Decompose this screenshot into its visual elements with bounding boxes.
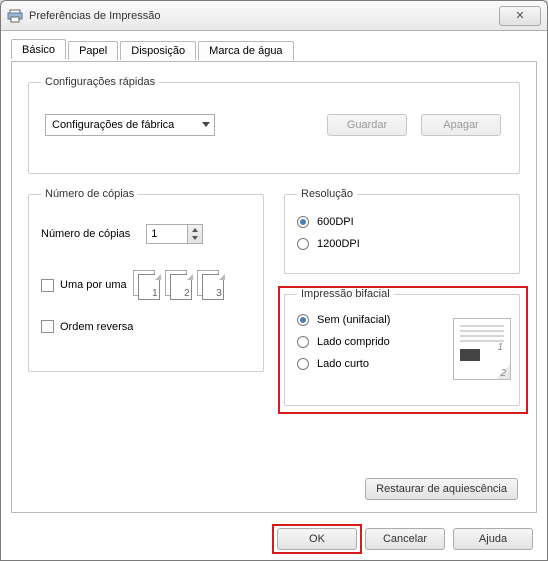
- resolution-legend: Resolução: [297, 188, 357, 200]
- radio-none-label: Sem (unifacial): [317, 314, 390, 326]
- radio-600dpi[interactable]: 600DPI: [297, 216, 507, 228]
- chevron-down-icon: [202, 122, 210, 127]
- dialog-buttons: OK Cancelar Ajuda: [1, 528, 547, 550]
- help-button[interactable]: Ajuda: [453, 528, 533, 550]
- reverse-label: Ordem reversa: [60, 321, 133, 333]
- radio-1200-label: 1200DPI: [317, 238, 360, 250]
- window: Preferências de Impressão ✕ Básico Papel…: [0, 0, 548, 561]
- quick-preset-value: Configurações de fábrica: [52, 119, 174, 131]
- page-icon: 2: [165, 270, 193, 300]
- copies-group: Número de cópias Número de cópias 1 Uma …: [28, 188, 264, 372]
- radio-1200dpi[interactable]: 1200DPI: [297, 238, 507, 250]
- window-title: Preferências de Impressão: [29, 10, 160, 22]
- radio-icon: [297, 216, 309, 228]
- close-button[interactable]: ✕: [499, 6, 541, 26]
- radio-long-label: Lado comprido: [317, 336, 390, 348]
- copies-spinner[interactable]: [188, 224, 203, 244]
- tabs: Básico Papel Disposição Marca de água: [11, 39, 537, 61]
- page-icon: 3: [197, 270, 225, 300]
- radio-icon: [297, 358, 309, 370]
- tab-watermark[interactable]: Marca de água: [198, 41, 293, 60]
- quick-settings-group: Configurações rápidas Configurações de f…: [28, 76, 520, 174]
- radio-icon: [297, 314, 309, 326]
- radio-600-label: 600DPI: [317, 216, 354, 228]
- quick-settings-legend: Configurações rápidas: [41, 76, 159, 88]
- copies-label: Número de cópias: [41, 228, 130, 240]
- quick-preset-combo[interactable]: Configurações de fábrica: [45, 114, 215, 136]
- collate-checkbox[interactable]: Uma por uma: [41, 279, 127, 292]
- duplex-preview-icon: 1 2: [453, 318, 511, 380]
- page-icon: 1: [133, 270, 161, 300]
- copies-legend: Número de cópias: [41, 188, 138, 200]
- page-icons: 1 2 3: [133, 270, 225, 300]
- radio-icon: [297, 238, 309, 250]
- checkbox-icon: [41, 279, 54, 292]
- tab-basic[interactable]: Básico: [11, 39, 66, 59]
- duplex-group: Impressão bifacial Sem (unifacial) Lado …: [284, 288, 520, 406]
- tab-panel: Configurações rápidas Configurações de f…: [11, 61, 537, 513]
- collate-label: Uma por uma: [60, 279, 127, 291]
- close-icon: ✕: [515, 10, 524, 22]
- delete-button[interactable]: Apagar: [421, 114, 501, 136]
- radio-short-label: Lado curto: [317, 358, 369, 370]
- printer-icon: [7, 9, 23, 23]
- duplex-legend: Impressão bifacial: [297, 288, 394, 300]
- reverse-checkbox[interactable]: Ordem reversa: [41, 320, 133, 333]
- tab-layout[interactable]: Disposição: [120, 41, 196, 60]
- checkbox-icon: [41, 320, 54, 333]
- tab-paper[interactable]: Papel: [68, 41, 118, 60]
- titlebar: Preferências de Impressão ✕: [1, 1, 547, 31]
- radio-icon: [297, 336, 309, 348]
- cancel-button[interactable]: Cancelar: [365, 528, 445, 550]
- resolution-group: Resolução 600DPI 1200DPI: [284, 188, 520, 274]
- copies-input[interactable]: 1: [146, 224, 188, 244]
- restore-defaults-button[interactable]: Restaurar de aquiescência: [365, 478, 518, 500]
- highlight-box: [272, 524, 362, 554]
- save-button[interactable]: Guardar: [327, 114, 407, 136]
- content: Básico Papel Disposição Marca de água Co…: [1, 31, 547, 523]
